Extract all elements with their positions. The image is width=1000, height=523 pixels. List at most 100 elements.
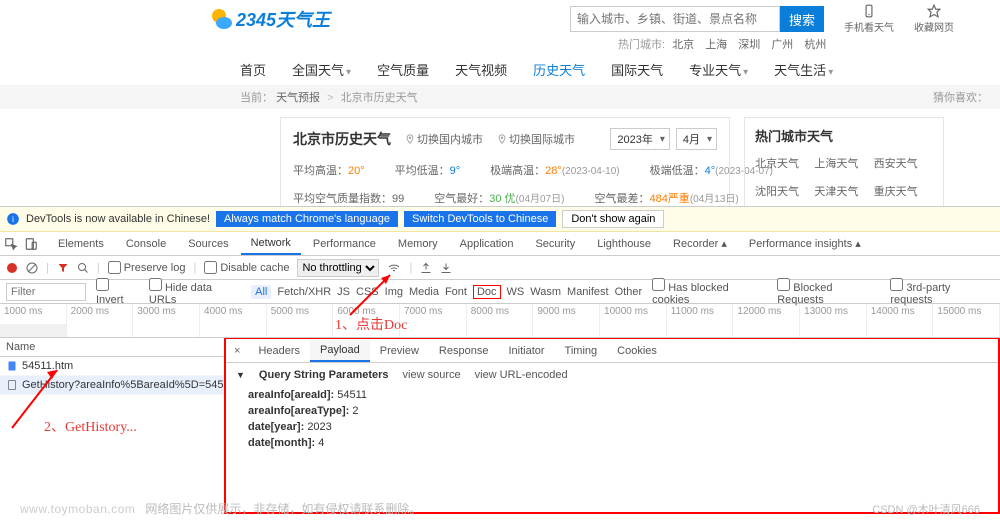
phone-icon — [862, 4, 876, 18]
breadcrumb-link[interactable]: 天气预报 — [276, 92, 320, 104]
network-timeline[interactable]: 1000 ms 2000 ms 3000 ms 4000 ms 5000 ms … — [0, 304, 1000, 338]
dtab-payload[interactable]: Payload — [310, 340, 370, 362]
param-row: date[year]: 2023 — [226, 419, 998, 435]
dont-show-button[interactable]: Don't show again — [562, 210, 664, 228]
record-icon[interactable] — [6, 262, 18, 274]
nav-air[interactable]: 空气质量 — [377, 60, 429, 79]
hot-city-link[interactable]: 北京 — [672, 39, 694, 51]
city-weather-link[interactable]: 上海天气 — [814, 155, 873, 171]
preserve-log-checkbox[interactable]: Preserve log — [108, 261, 186, 274]
month-select[interactable]: 4月 — [676, 128, 717, 150]
city-weather-link[interactable]: 北京天气 — [755, 155, 814, 171]
nav-pro[interactable]: 专业天气▾ — [689, 60, 748, 79]
hot-city-link[interactable]: 杭州 — [804, 39, 826, 51]
hot-city-link[interactable]: 上海 — [705, 39, 727, 51]
tab-perf-insights[interactable]: Performance insights ▴ — [739, 233, 871, 254]
ft-img[interactable]: Img — [385, 286, 403, 298]
dtab-cookies[interactable]: Cookies — [607, 341, 667, 361]
inspect-icon[interactable] — [4, 237, 18, 251]
nav-history[interactable]: 历史天气 — [533, 60, 585, 79]
tab-elements[interactable]: Elements — [48, 234, 114, 254]
devtools-panel: i DevTools is now available in Chinese! … — [0, 206, 1000, 523]
query-string-section[interactable]: ▼ Query String Parameters view source vi… — [226, 363, 998, 387]
nav-intl[interactable]: 国际天气 — [611, 60, 663, 79]
hot-city-link[interactable]: 广州 — [771, 39, 793, 51]
disable-cache-checkbox[interactable]: Disable cache — [204, 261, 289, 274]
throttling-select[interactable]: No throttling — [297, 259, 379, 277]
clear-icon[interactable] — [26, 262, 38, 274]
devtools-tabs: Elements Console Sources Network Perform… — [0, 232, 1000, 256]
search-input[interactable] — [570, 6, 780, 32]
upload-icon[interactable] — [420, 262, 432, 274]
phone-weather-link[interactable]: 手机看天气 — [844, 4, 894, 34]
hot-city-link[interactable]: 深圳 — [738, 39, 760, 51]
view-url-encoded-link[interactable]: view URL-encoded — [475, 369, 568, 381]
third-party[interactable]: 3rd-party requests — [890, 278, 994, 306]
tab-sources[interactable]: Sources — [178, 234, 238, 254]
ft-font[interactable]: Font — [445, 286, 467, 298]
location-icon — [497, 133, 507, 145]
switch-devtools-button[interactable]: Switch DevTools to Chinese — [404, 211, 556, 227]
param-row: areaInfo[areaType]: 2 — [226, 403, 998, 419]
svg-text:i: i — [12, 215, 14, 224]
city-weather-link[interactable]: 沈阳天气 — [755, 183, 814, 199]
tab-recorder[interactable]: Recorder ▴ — [663, 233, 737, 254]
close-detail-button[interactable]: × — [226, 345, 248, 357]
has-blocked-cookies[interactable]: Has blocked cookies — [652, 278, 767, 306]
ft-js[interactable]: JS — [337, 286, 350, 298]
tab-performance[interactable]: Performance — [303, 234, 386, 254]
download-icon[interactable] — [440, 262, 452, 274]
city-weather-link[interactable]: 西安天气 — [874, 155, 933, 171]
dtab-preview[interactable]: Preview — [370, 341, 429, 361]
tab-console[interactable]: Console — [116, 234, 176, 254]
city-weather-link[interactable]: 天津天气 — [814, 183, 873, 199]
city-weather-link[interactable]: 重庆天气 — [874, 183, 933, 199]
ft-wasm[interactable]: Wasm — [530, 286, 561, 298]
request-row[interactable]: GetHistory?areaInfo%5BareaId%5D=54511&ar… — [0, 376, 224, 395]
nav-home[interactable]: 首页 — [240, 60, 266, 79]
tab-application[interactable]: Application — [450, 234, 524, 254]
ft-media[interactable]: Media — [409, 286, 439, 298]
dtab-headers[interactable]: Headers — [248, 341, 310, 361]
request-row[interactable]: 54511.htm — [0, 357, 224, 376]
search-icon[interactable] — [77, 262, 89, 274]
footer-note: www.toymoban.com网络图片仅供展示，非存储，如有侵权请联系删除。 — [20, 500, 421, 517]
search-button[interactable]: 搜索 — [780, 6, 824, 32]
site-logo[interactable]: 2345天气王 — [210, 6, 330, 32]
dtab-response[interactable]: Response — [429, 341, 499, 361]
tab-network[interactable]: Network — [241, 233, 301, 255]
ft-other[interactable]: Other — [615, 286, 643, 298]
dtab-timing[interactable]: Timing — [555, 341, 608, 361]
tab-lighthouse[interactable]: Lighthouse — [587, 234, 661, 254]
ft-ws[interactable]: WS — [507, 286, 525, 298]
ft-manifest[interactable]: Manifest — [567, 286, 609, 298]
wifi-icon[interactable] — [387, 262, 401, 274]
ft-all[interactable]: All — [251, 285, 271, 299]
nav-video[interactable]: 天气视频 — [455, 60, 507, 79]
nav-life[interactable]: 天气生活▾ — [774, 60, 833, 79]
favorite-link[interactable]: 收藏网页 — [914, 4, 954, 34]
ft-fetch[interactable]: Fetch/XHR — [277, 286, 331, 298]
switch-domestic-city[interactable]: 切换国内城市 — [405, 131, 483, 147]
breadcrumb-current: 北京市历史天气 — [341, 92, 418, 104]
always-match-button[interactable]: Always match Chrome's language — [216, 211, 398, 227]
year-select[interactable]: 2023年 — [610, 128, 669, 150]
hide-data-urls-checkbox[interactable]: Hide data URLs — [149, 278, 241, 306]
filter-input[interactable] — [6, 283, 86, 301]
ft-css[interactable]: CSS — [356, 286, 379, 298]
ft-doc[interactable]: Doc — [473, 285, 501, 299]
invert-checkbox[interactable]: Invert — [96, 278, 139, 306]
nav-national[interactable]: 全国天气▾ — [292, 60, 351, 79]
switch-intl-city[interactable]: 切换国际城市 — [497, 131, 575, 147]
filter-icon[interactable] — [57, 262, 69, 274]
tab-memory[interactable]: Memory — [388, 234, 448, 254]
device-toggle-icon[interactable] — [24, 237, 38, 251]
devtools-language-infobar: i DevTools is now available in Chinese! … — [0, 207, 1000, 232]
param-row: date[month]: 4 — [226, 435, 998, 451]
csdn-watermark: CSDN @木叶清风666 — [872, 501, 980, 517]
tab-security[interactable]: Security — [525, 234, 585, 254]
blocked-requests[interactable]: Blocked Requests — [777, 278, 880, 306]
request-detail: × Headers Payload Preview Response Initi… — [224, 337, 1000, 514]
dtab-initiator[interactable]: Initiator — [498, 341, 554, 361]
view-source-link[interactable]: view source — [403, 369, 461, 381]
